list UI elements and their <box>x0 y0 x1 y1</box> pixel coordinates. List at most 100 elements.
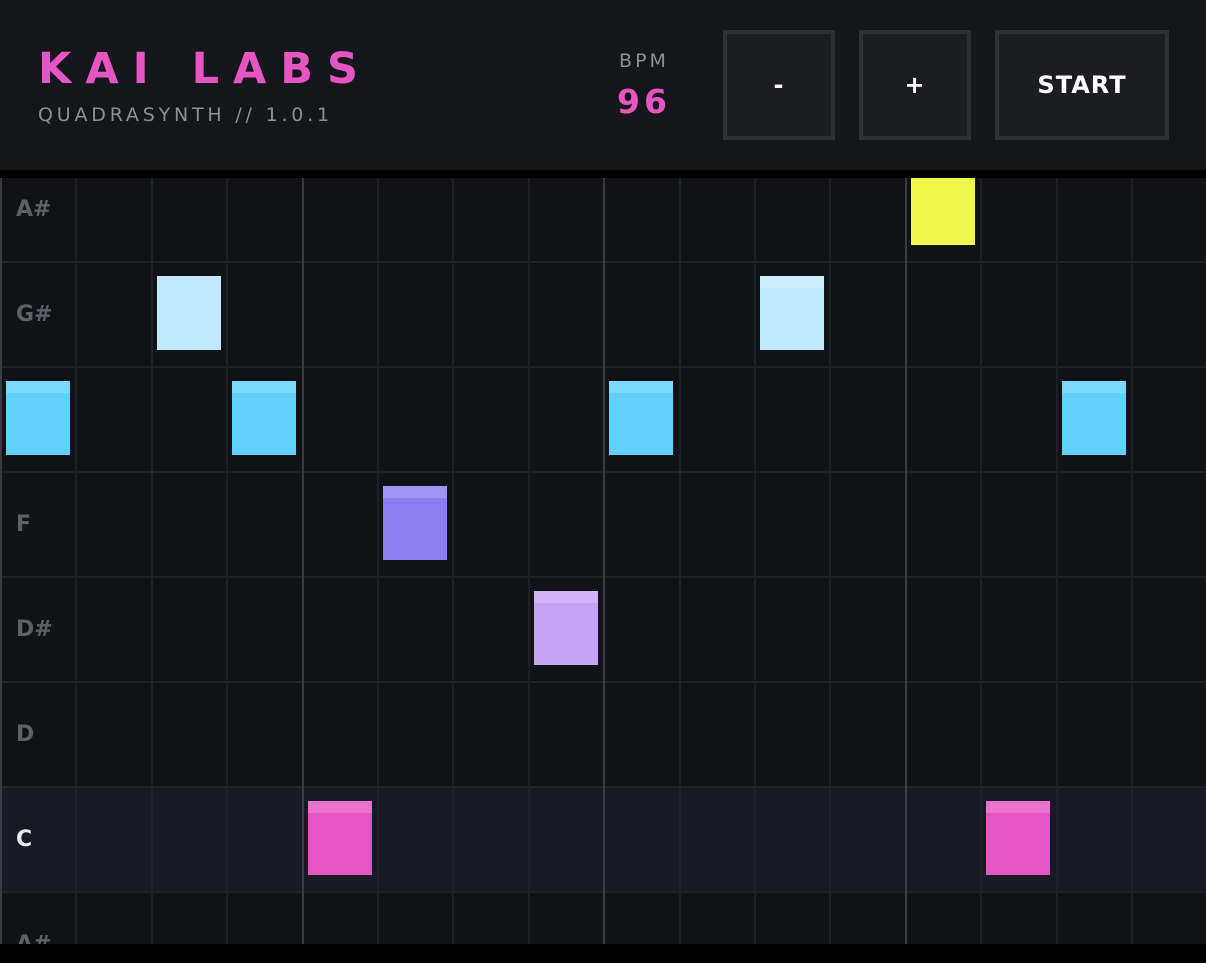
step-cell[interactable] <box>829 368 904 471</box>
step-cell[interactable] <box>679 178 754 261</box>
active-note[interactable] <box>232 381 297 455</box>
step-cell[interactable] <box>75 263 150 366</box>
step-cell[interactable] <box>377 368 452 471</box>
step-cell[interactable] <box>377 893 452 944</box>
step-cell[interactable] <box>151 473 226 576</box>
step-cell[interactable] <box>452 263 527 366</box>
step-cell[interactable] <box>603 178 678 261</box>
step-cell[interactable] <box>377 263 452 366</box>
step-cell[interactable] <box>528 683 603 786</box>
active-note[interactable] <box>156 276 221 350</box>
step-cell[interactable] <box>452 893 527 944</box>
step-cell[interactable] <box>603 578 678 681</box>
step-cell[interactable] <box>75 368 150 471</box>
step-cell[interactable] <box>302 473 377 576</box>
step-cell[interactable] <box>151 178 226 261</box>
step-cell[interactable] <box>679 683 754 786</box>
step-cell[interactable] <box>226 473 301 576</box>
step-cell[interactable] <box>603 263 678 366</box>
step-cell[interactable] <box>302 788 377 891</box>
active-note[interactable] <box>609 381 674 455</box>
step-cell[interactable] <box>226 263 301 366</box>
step-cell[interactable] <box>0 578 75 681</box>
step-cell[interactable] <box>0 473 75 576</box>
step-cell[interactable] <box>0 263 75 366</box>
step-cell[interactable] <box>377 683 452 786</box>
step-cell[interactable] <box>0 178 75 261</box>
step-cell[interactable] <box>528 178 603 261</box>
step-cell[interactable] <box>980 578 1055 681</box>
active-note[interactable] <box>533 591 598 665</box>
step-cell[interactable] <box>302 683 377 786</box>
step-cell[interactable] <box>1056 578 1131 681</box>
bpm-decrease-button[interactable]: - <box>723 30 835 140</box>
step-cell[interactable] <box>302 368 377 471</box>
step-cell[interactable] <box>226 368 301 471</box>
step-cell[interactable] <box>754 178 829 261</box>
step-cell[interactable] <box>75 473 150 576</box>
step-cell[interactable] <box>151 263 226 366</box>
step-cell[interactable] <box>528 263 603 366</box>
step-cell[interactable] <box>905 178 980 261</box>
step-cell[interactable] <box>754 578 829 681</box>
step-cell[interactable] <box>829 263 904 366</box>
step-cell[interactable] <box>1131 788 1206 891</box>
bpm-increase-button[interactable]: + <box>859 30 971 140</box>
step-cell[interactable] <box>1131 263 1206 366</box>
step-cell[interactable] <box>151 788 226 891</box>
step-cell[interactable] <box>1056 473 1131 576</box>
step-cell[interactable] <box>377 578 452 681</box>
step-cell[interactable] <box>0 893 75 944</box>
active-note[interactable] <box>986 801 1051 875</box>
step-cell[interactable] <box>226 178 301 261</box>
step-cell[interactable] <box>754 893 829 944</box>
step-cell[interactable] <box>829 683 904 786</box>
step-cell[interactable] <box>302 178 377 261</box>
step-cell[interactable] <box>1131 683 1206 786</box>
step-cell[interactable] <box>754 788 829 891</box>
step-cell[interactable] <box>1056 368 1131 471</box>
step-cell[interactable] <box>302 893 377 944</box>
step-cell[interactable] <box>829 578 904 681</box>
step-cell[interactable] <box>377 178 452 261</box>
step-cell[interactable] <box>829 178 904 261</box>
step-cell[interactable] <box>528 788 603 891</box>
step-cell[interactable] <box>302 263 377 366</box>
step-cell[interactable] <box>905 683 980 786</box>
step-cell[interactable] <box>980 368 1055 471</box>
step-cell[interactable] <box>452 683 527 786</box>
step-cell[interactable] <box>75 578 150 681</box>
step-cell[interactable] <box>1131 368 1206 471</box>
step-cell[interactable] <box>528 893 603 944</box>
step-cell[interactable] <box>151 683 226 786</box>
step-cell[interactable] <box>1131 893 1206 944</box>
step-cell[interactable] <box>0 683 75 786</box>
step-cell[interactable] <box>1056 263 1131 366</box>
step-cell[interactable] <box>151 368 226 471</box>
step-cell[interactable] <box>905 893 980 944</box>
step-cell[interactable] <box>603 893 678 944</box>
step-cell[interactable] <box>75 788 150 891</box>
step-cell[interactable] <box>754 473 829 576</box>
step-cell[interactable] <box>905 578 980 681</box>
step-cell[interactable] <box>226 788 301 891</box>
step-cell[interactable] <box>0 368 75 471</box>
step-cell[interactable] <box>528 473 603 576</box>
step-cell[interactable] <box>452 178 527 261</box>
step-cell[interactable] <box>452 578 527 681</box>
step-cell[interactable] <box>754 263 829 366</box>
active-note[interactable] <box>6 381 70 455</box>
active-note[interactable] <box>383 486 447 560</box>
step-cell[interactable] <box>905 368 980 471</box>
step-cell[interactable] <box>905 788 980 891</box>
start-button[interactable]: START <box>995 30 1169 140</box>
step-cell[interactable] <box>754 683 829 786</box>
step-cell[interactable] <box>754 368 829 471</box>
step-cell[interactable] <box>603 788 678 891</box>
step-cell[interactable] <box>603 683 678 786</box>
step-cell[interactable] <box>980 788 1055 891</box>
step-cell[interactable] <box>1056 893 1131 944</box>
step-cell[interactable] <box>1131 178 1206 261</box>
step-cell[interactable] <box>377 473 452 576</box>
step-cell[interactable] <box>452 788 527 891</box>
